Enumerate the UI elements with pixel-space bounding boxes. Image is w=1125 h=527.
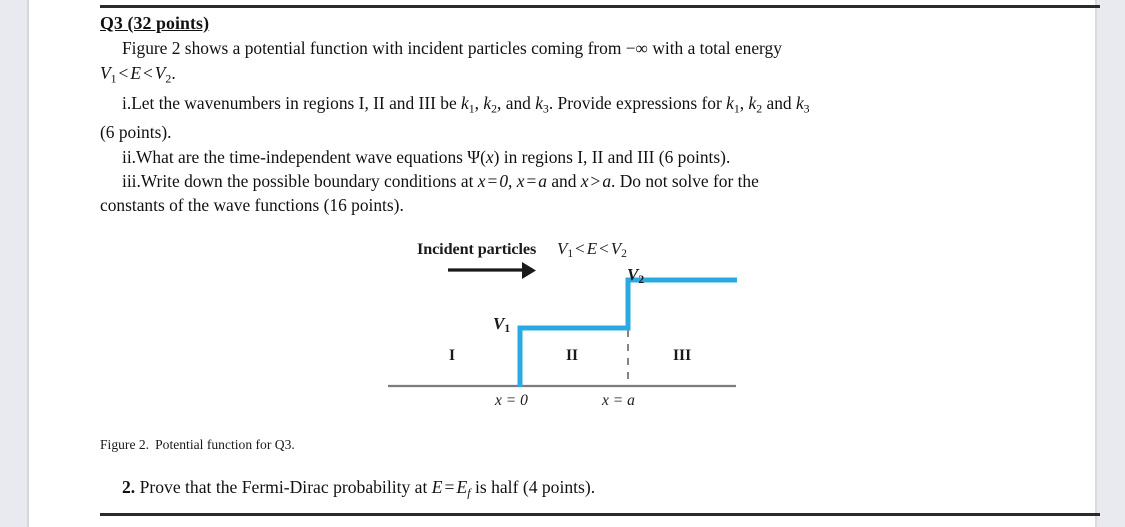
intro-text-after: with a total energy xyxy=(647,38,782,59)
item-ii-text-1: What are the time-independent wave equat… xyxy=(136,146,468,167)
potential-step-curve xyxy=(517,277,737,387)
axis-label-x-zero: x = 0 xyxy=(495,392,528,409)
item-i-k2: k xyxy=(483,92,492,113)
question-text-block: Q3 (32 points) Figure 2 shows a potentia… xyxy=(100,11,1100,218)
item-ii-psi: Ψ( xyxy=(467,146,486,167)
horizontal-rule-top xyxy=(100,5,1100,8)
item-iii-text-1: Write down the possible boundary conditi… xyxy=(140,171,478,192)
figure-caption: Figure 2. Potential function for Q3. xyxy=(100,437,295,453)
figure-energy-e: E xyxy=(586,239,598,258)
question-2-text-2: is half (4 points). xyxy=(470,477,596,497)
item-ii-psi-var: x xyxy=(485,146,494,167)
document-page: Q3 (32 points) Figure 2 shows a potentia… xyxy=(29,0,1100,527)
question-2-ef: E xyxy=(456,477,468,497)
question-heading-line: Q3 (32 points) xyxy=(100,11,1100,36)
energy-condition-paragraph: V1 < E < V2. xyxy=(100,61,1100,91)
item-iii-val-3: a xyxy=(602,171,612,192)
item-i-text-2: . Provide expressions for xyxy=(548,92,727,113)
item-ii-text-2: in regions I, II and III (6 points). xyxy=(499,146,731,167)
incident-arrow-head xyxy=(522,262,536,279)
potential-v2-label: V2 xyxy=(627,265,644,286)
item-iii-x1: x xyxy=(477,171,486,192)
item-i-k1: k xyxy=(461,92,469,113)
minus-infinity-symbol: −∞ xyxy=(625,38,648,59)
item-i-k3b-sub: 3 xyxy=(803,100,810,115)
region-label-ii: II xyxy=(566,347,579,364)
item-iii-continuation: constants of the wave functions (16 poin… xyxy=(100,193,1100,217)
region-label-iii: III xyxy=(673,347,692,364)
energy-v1: V xyxy=(100,62,111,83)
item-i-text-1: Let the wavenumbers in regions I, II and… xyxy=(131,92,462,113)
axis-label-x-a: x = a xyxy=(602,392,635,409)
item-iii-eq-1: = xyxy=(487,171,498,192)
item-i-k3: k xyxy=(535,92,543,113)
item-iii-x3: x xyxy=(580,171,589,192)
item-iii-gt: > xyxy=(590,171,601,192)
energy-e: E xyxy=(130,62,141,83)
figure-energy-lt-1: < xyxy=(575,239,585,258)
screenshot-viewport: Q3 (32 points) Figure 2 shows a potentia… xyxy=(0,0,1125,527)
item-ii-paragraph: ii.What are the time-independent wave eq… xyxy=(100,145,1100,169)
figure-energy-v1: V xyxy=(557,239,568,258)
energy-lt-2: < xyxy=(142,62,153,83)
page-gutter-left xyxy=(0,0,27,527)
figure-energy-condition: V1 < E < V2 xyxy=(557,239,627,260)
item-iii-and: and xyxy=(546,171,581,192)
page-gutter-right xyxy=(1097,0,1125,527)
figure-energy-v2: V xyxy=(610,239,622,258)
potential-v2-letter: V xyxy=(627,265,639,284)
energy-v2: V xyxy=(154,62,166,83)
item-i-k1b: k xyxy=(726,92,734,113)
item-i-continuation: (6 points). xyxy=(100,120,1100,144)
potential-v1-label: V1 xyxy=(493,314,510,335)
energy-period: . xyxy=(171,62,176,83)
question-heading: Q3 (32 points) xyxy=(100,13,210,33)
item-i-text-3: (6 points). xyxy=(100,122,172,143)
question-2-e: E xyxy=(431,477,443,497)
item-iii-eq-2: = xyxy=(526,171,537,192)
item-iii-val-2: a xyxy=(538,171,547,192)
question-2-eq: = xyxy=(444,477,455,497)
figure-caption-number: Figure 2. xyxy=(100,437,150,452)
potential-v1-letter: V xyxy=(493,314,505,333)
figure-caption-text: Potential function for Q3. xyxy=(155,437,295,452)
horizontal-rule-bottom xyxy=(100,513,1100,516)
energy-v1-sub: 1 xyxy=(110,71,117,86)
item-iii-text-2: . Do not solve for the xyxy=(611,171,759,192)
item-i-sep-2: , and xyxy=(497,92,536,113)
question-2-line: 2. Prove that the Fermi-Dirac probabilit… xyxy=(122,477,595,500)
question-2-text-1: Prove that the Fermi-Dirac probability a… xyxy=(135,477,432,497)
item-ii-marker: ii. xyxy=(122,146,137,167)
item-iii-paragraph: iii.Write down the possible boundary con… xyxy=(100,169,1100,193)
intro-paragraph: Figure 2 shows a potential function with… xyxy=(100,36,1100,60)
region-label-i: I xyxy=(449,347,456,364)
potential-v2-sub: 2 xyxy=(638,273,645,287)
item-iii-marker: iii. xyxy=(122,171,141,192)
figure-energy-v2-sub: 2 xyxy=(621,247,627,261)
figure-energy-v1-sub: 1 xyxy=(567,247,574,261)
item-i-marker: i. xyxy=(122,92,132,113)
item-i-sep-4: and xyxy=(762,92,796,113)
intro-text-before: Figure 2 shows a potential function with… xyxy=(122,38,626,59)
figure-energy-lt-2: < xyxy=(599,239,609,258)
item-iii-text-3: constants of the wave functions (16 poin… xyxy=(100,195,404,216)
incident-particles-label: Incident particles xyxy=(417,240,537,258)
energy-lt-1: < xyxy=(118,62,129,83)
item-iii-val-1: 0, xyxy=(499,171,513,192)
item-i-paragraph: i.Let the wavenumbers in regions I, II a… xyxy=(100,91,1100,121)
question-2-number: 2. xyxy=(122,477,136,497)
item-i-k3b: k xyxy=(795,92,804,113)
potential-v1-sub: 1 xyxy=(504,322,511,336)
